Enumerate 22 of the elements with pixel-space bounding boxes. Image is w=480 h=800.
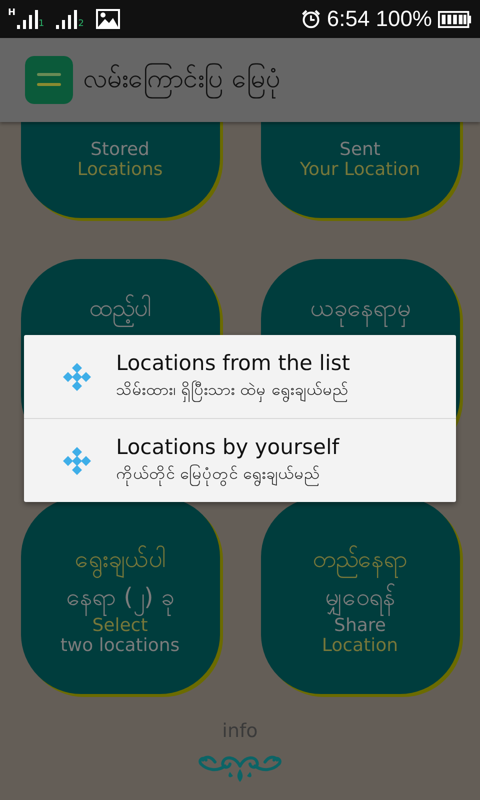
app-title: လမ်းကြောင်းပြ မြေပုံ bbox=[83, 60, 280, 100]
sim-slot: 1 bbox=[38, 20, 44, 29]
battery-percent: 100% bbox=[376, 6, 432, 32]
signal-icon bbox=[56, 9, 78, 29]
menu-tile[interactable]: Stored Locations bbox=[20, 122, 220, 218]
network-type: H bbox=[8, 9, 16, 18]
image-icon bbox=[96, 9, 120, 29]
option-subtitle: သိမ်းထား၊ ရှိပြီးသား ထဲမှ ရွေးချယ်မည် bbox=[116, 378, 350, 402]
dialog-option[interactable]: Locations by yourself ကိုယ်တိုင် မြေပုံတွင် ရွေးချယ်မည် bbox=[24, 418, 456, 502]
diamonds-icon bbox=[61, 444, 93, 476]
battery-icon bbox=[438, 10, 472, 28]
option-title: Locations by yourself bbox=[116, 434, 340, 458]
alarm-icon bbox=[300, 9, 321, 29]
option-subtitle: ကိုယ်တိုင် မြေပုံတွင် ရွေးချယ်မည် bbox=[116, 462, 340, 486]
option-title: Locations from the list bbox=[116, 350, 350, 374]
signal-icon bbox=[16, 9, 39, 29]
sim-slot: 2 bbox=[78, 20, 84, 29]
app-logo-icon bbox=[25, 56, 73, 104]
clock: 6:54 bbox=[326, 6, 370, 32]
diamonds-icon bbox=[61, 360, 93, 392]
menu-tile[interactable]: Sent Your Location bbox=[260, 122, 460, 218]
dialog-option[interactable]: Locations from the list သိမ်းထား၊ ရှိပြီးသား ထဲမှ ရွေးချယ်မည် bbox=[24, 335, 456, 418]
